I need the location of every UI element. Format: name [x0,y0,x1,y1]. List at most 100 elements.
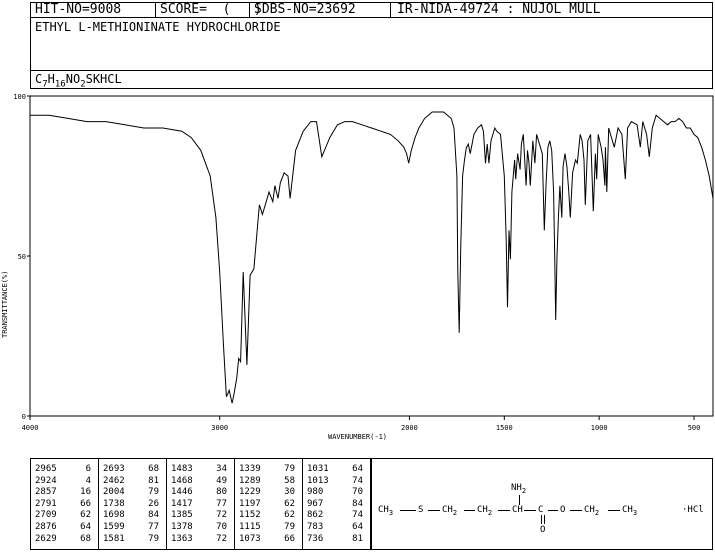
peak-transmittance: 62 [284,510,295,521]
peak-wavenumber: 1698 [103,510,125,521]
peak-transmittance: 79 [284,522,295,532]
peak-transmittance: 81 [352,533,363,544]
peak-transmittance: 68 [148,464,159,474]
peak-transmittance: 64 [352,522,363,532]
y-tick-label: 100 [13,93,26,101]
amine-group: NH2 [511,483,527,495]
peak-table: 2965 6 2924 4 2857 16 2791 66 2709 62 2876 64 2629 68… [30,458,371,550]
peak-wavenumber: 1115 [239,522,261,532]
peak-row: 2629 68 [31,534,97,545]
peak-wavenumber: 2462 [103,475,125,486]
structure-atom: CH [512,505,523,515]
peak-transmittance: 81 [148,475,159,486]
peak-wavenumber: 1446 [171,487,193,498]
bond [570,510,582,511]
peak-wavenumber: 1581 [103,533,125,544]
peak-wavenumber: 980 [307,487,324,498]
peak-transmittance: 66 [80,498,91,509]
peak-wavenumber: 2965 [35,464,57,474]
peak-column: 1339 79 1289 58 1229 30 1197 62 1152 62 1115 79 1073… [235,459,303,549]
peak-row: 1073 66 [235,534,301,545]
peak-row: 2965 6 [31,464,97,475]
peak-wavenumber: 1339 [239,464,261,474]
peak-wavenumber: 1289 [239,475,261,486]
peak-transmittance: 72 [216,533,227,544]
peak-transmittance: 62 [80,510,91,521]
plot-frame [29,95,714,417]
peak-row: 1468 49 [167,476,233,487]
peak-wavenumber: 1363 [171,533,193,544]
peak-transmittance: 62 [284,498,295,509]
bond [608,510,620,511]
peak-wavenumber: 1417 [171,498,193,509]
peak-transmittance: 49 [216,475,227,486]
peak-wavenumber: 1483 [171,464,193,474]
peak-wavenumber: 967 [307,498,324,509]
column-divider [302,459,303,549]
compound-info: ETHYL L-METHIONINATE HYDROCHLORIDE C7H16… [30,17,713,89]
structure-atom: O [560,505,566,515]
peak-transmittance: 68 [80,533,91,544]
peak-row: 2924 4 [31,476,97,487]
peak-row: 980 70 [303,487,369,498]
structure-atom: CH2 [477,505,493,517]
peak-row: 736 81 [303,534,369,545]
peak-transmittance: 84 [148,510,159,521]
bond [464,510,475,511]
peak-wavenumber: 862 [307,510,324,521]
hit-number: HIT-NO=9008 [35,2,122,17]
peak-transmittance: 77 [216,498,227,509]
peak-wavenumber: 1378 [171,522,193,532]
peak-transmittance: 66 [284,533,295,544]
x-tick-label: 500 [688,424,701,432]
peak-row: 1599 77 [99,522,165,533]
peak-wavenumber: 2693 [103,464,125,474]
peak-row: 2876 64 [31,522,97,533]
compound-name: ETHYL L-METHIONINATE HYDROCHLORIDE [35,20,281,34]
column-divider [234,459,235,549]
peak-transmittance: 77 [148,522,159,532]
peak-transmittance: 58 [284,475,295,486]
chemical-structure: NH2 O CH3 S CH2 CH2 CH C O CH2 CH3 ·HCl [371,458,713,550]
peak-transmittance: 84 [352,498,363,509]
peak-wavenumber: 1229 [239,487,261,498]
x-tick-label: 3000 [211,424,228,432]
peak-wavenumber: 1738 [103,498,125,509]
peak-transmittance: 16 [80,487,91,498]
peak-transmittance: 74 [352,475,363,486]
peak-transmittance: 72 [216,510,227,521]
peak-row: 1378 70 [167,522,233,533]
peak-column: 1483 34 1468 49 1446 80 1417 77 1385 72 1378 70 1363… [167,459,235,549]
peak-wavenumber: 736 [307,533,324,544]
peak-wavenumber: 1599 [103,522,125,532]
peak-row: 967 84 [303,499,369,510]
peak-wavenumber: 2876 [35,522,57,532]
peak-wavenumber: 1073 [239,533,261,544]
bond [498,510,510,511]
peak-row: 1339 79 [235,464,301,475]
peak-transmittance: 80 [216,487,227,498]
structure-atom: CH2 [584,505,600,517]
ir-code: IR-NIDA-49724 : NUJOL MULL [397,2,601,17]
peak-row: 2857 16 [31,487,97,498]
peak-row: 1581 79 [99,534,165,545]
x-axis-label: WAVENUMBER(-1) [328,433,387,441]
bond [428,510,440,511]
peak-wavenumber: 1197 [239,498,261,509]
peak-row: 862 74 [303,510,369,521]
sdbs-number: SDBS-NO=23692 [254,2,356,17]
peak-row: 1152 62 [235,510,301,521]
structure-atom: CH3 [378,505,394,517]
x-tick-label: 4000 [22,424,39,432]
carbonyl-oxygen: O [540,525,546,535]
peak-row: 2462 81 [99,476,165,487]
peak-transmittance: 79 [148,487,159,498]
peak-row: 1363 72 [167,534,233,545]
column-divider [98,459,99,549]
peak-transmittance: 79 [284,464,295,474]
x-tick-label: 1000 [591,424,608,432]
column-divider [166,459,167,549]
y-tick-label: 0 [22,413,26,421]
peak-transmittance: 70 [352,487,363,498]
peak-row: 1013 74 [303,476,369,487]
